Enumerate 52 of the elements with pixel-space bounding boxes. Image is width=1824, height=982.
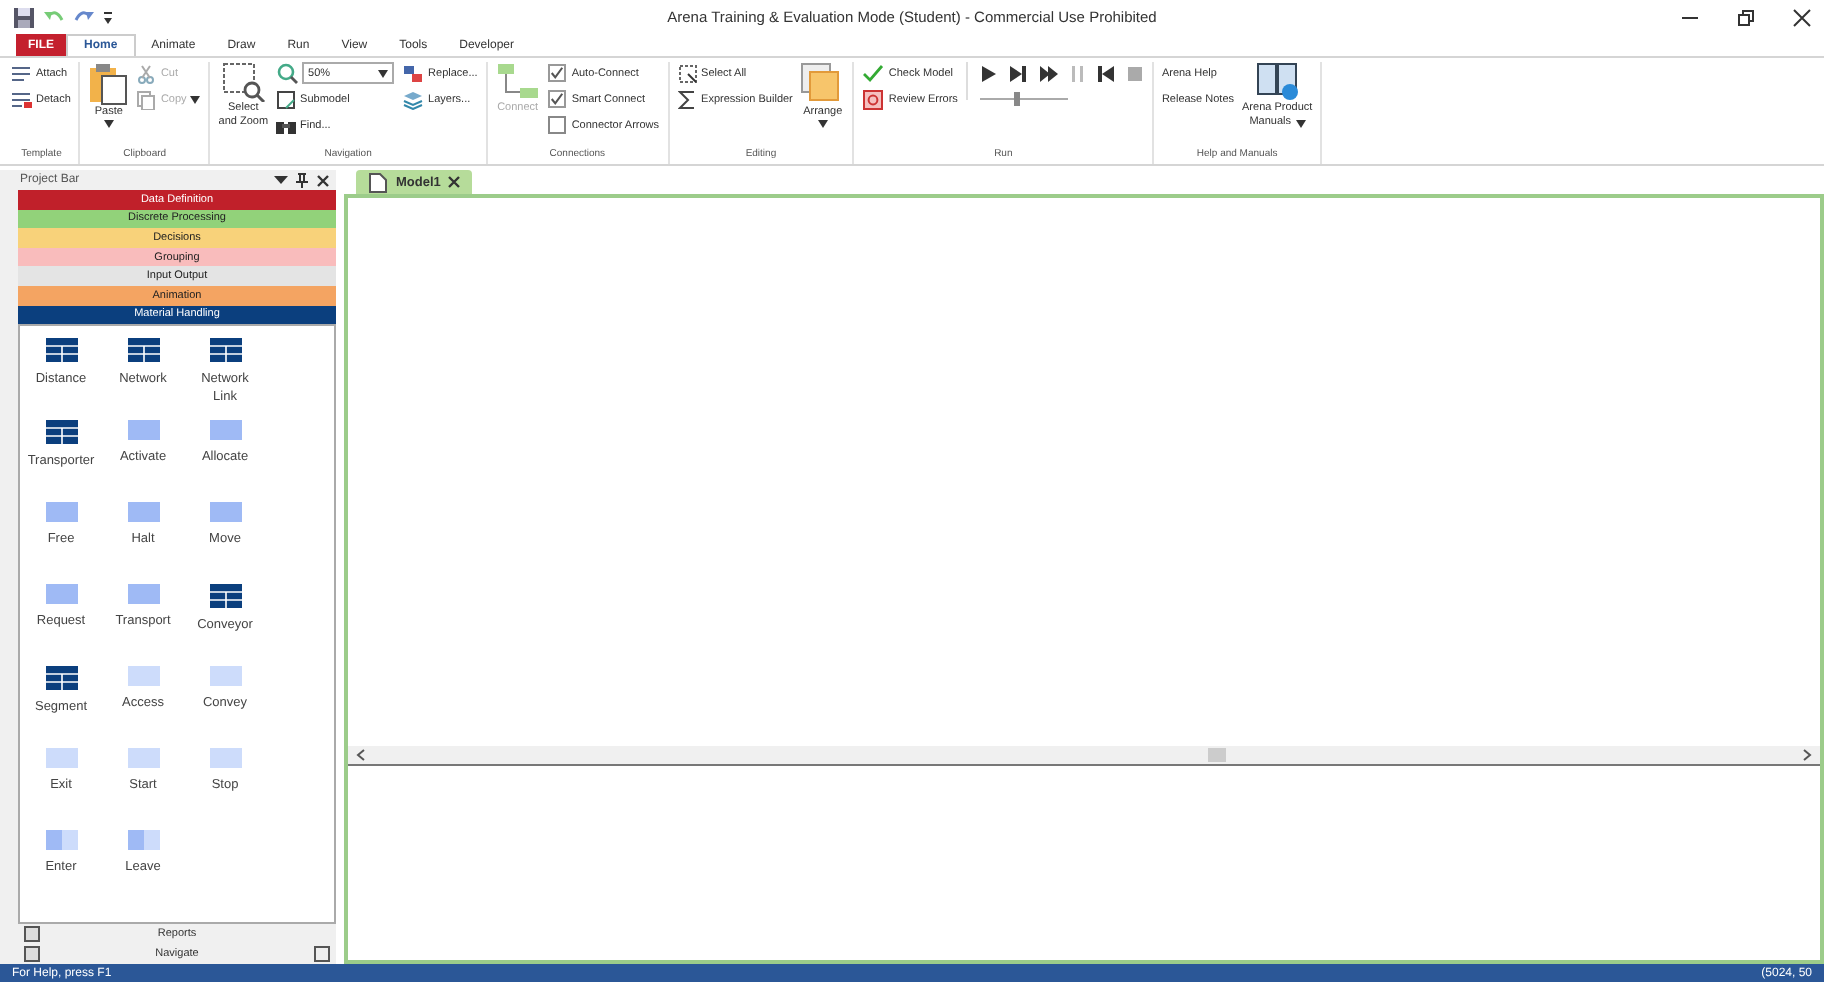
check-icon — [862, 63, 885, 83]
scroll-right-icon[interactable] — [1802, 748, 1812, 762]
save-icon[interactable] — [12, 5, 36, 29]
options-icon[interactable] — [314, 946, 330, 962]
play-icon[interactable] — [979, 64, 998, 84]
close-icon[interactable] — [1792, 7, 1812, 27]
table-module-icon[interactable] — [127, 338, 159, 363]
close-icon[interactable] — [316, 173, 330, 187]
sigma-icon — [677, 89, 698, 109]
lines-icon — [12, 91, 32, 107]
step-icon[interactable] — [1007, 64, 1028, 84]
table-module-icon[interactable] — [209, 338, 241, 363]
restore-icon[interactable] — [1736, 7, 1756, 27]
dropdown-icon[interactable] — [274, 174, 288, 186]
copy-icon — [136, 89, 157, 109]
checkbox[interactable] — [547, 90, 566, 108]
tree-icon — [24, 946, 40, 962]
document-icon — [368, 171, 388, 193]
report-icon — [24, 926, 40, 942]
scissors-icon — [136, 63, 157, 83]
zoom-selection-icon — [221, 62, 266, 102]
dropdown-arrow-icon — [103, 120, 114, 128]
table-module-icon[interactable] — [45, 666, 77, 691]
close-icon[interactable] — [448, 176, 461, 188]
layers-icon — [402, 89, 425, 109]
scroll-thumb[interactable] — [1208, 748, 1226, 762]
table-module-icon[interactable] — [209, 584, 241, 609]
checkbox[interactable] — [547, 64, 566, 82]
selection-icon — [677, 63, 698, 83]
dropdown-arrow-icon — [1295, 119, 1305, 127]
table-module-icon[interactable] — [45, 338, 77, 363]
connector-icon — [495, 62, 540, 102]
dropdown-arrow-icon — [378, 69, 389, 77]
zoom-icon[interactable] — [276, 62, 299, 84]
scroll-left-icon[interactable] — [356, 748, 366, 762]
error-icon — [862, 89, 885, 109]
clipboard-icon — [88, 62, 129, 106]
table-module-icon[interactable] — [45, 420, 77, 445]
submodel-icon — [276, 89, 297, 109]
horizontal-scrollbar[interactable] — [348, 746, 1820, 766]
customize-icon[interactable] — [102, 9, 114, 25]
arrange-icon — [800, 62, 845, 106]
lines-icon — [12, 65, 32, 81]
replace-icon — [402, 63, 425, 83]
dropdown-arrow-icon — [817, 120, 828, 128]
fast-forward-icon[interactable] — [1037, 64, 1060, 84]
slider-thumb[interactable] — [1013, 92, 1020, 106]
dropdown-arrow-icon — [190, 95, 201, 103]
pin-icon[interactable] — [296, 172, 308, 188]
book-icon — [1255, 62, 1300, 102]
checkbox[interactable] — [547, 116, 566, 134]
start-over-icon[interactable] — [1095, 64, 1116, 84]
